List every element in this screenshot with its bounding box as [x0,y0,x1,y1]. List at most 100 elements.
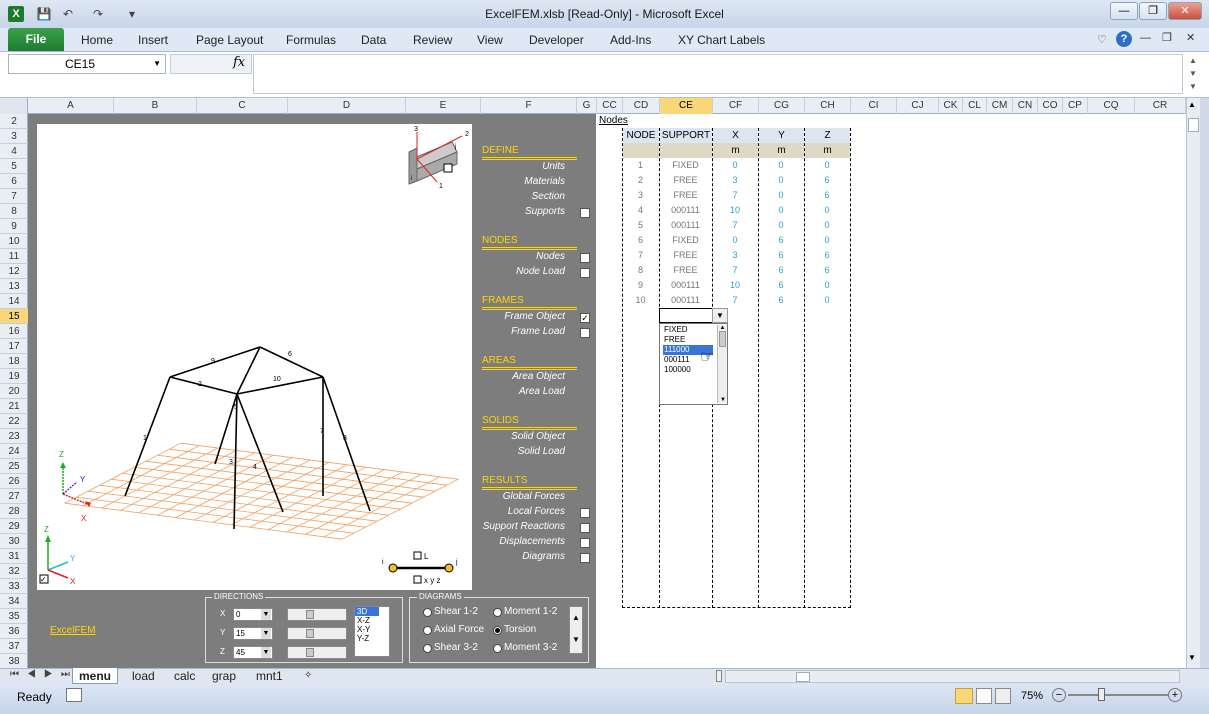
table-cell[interactable]: 4 [622,203,659,218]
dropdown-scroll-thumb[interactable] [719,331,726,347]
table-cell[interactable]: FIXED [659,233,712,248]
row-header-23[interactable]: 23 [0,429,28,444]
column-header-a[interactable]: A [28,98,114,114]
table-cell[interactable]: FREE [659,173,712,188]
wb-minimize-icon[interactable]: — [1140,32,1151,44]
column-header-g[interactable]: G [577,98,597,114]
table-cell[interactable]: 8 [622,263,659,278]
nodes-checkbox[interactable] [580,253,590,263]
formula-scroll[interactable]: ▲ ▼ ▼ [1186,54,1200,94]
direction-z-combo[interactable]: 45 ▼ [233,646,273,659]
row-header-18[interactable]: 18 [0,354,28,369]
combo-arrow-icon[interactable]: ▼ [261,609,271,620]
table-cell[interactable]: 1 [622,158,659,173]
normal-view-icon[interactable] [955,688,973,704]
radio-moment-3-2[interactable] [493,644,502,653]
table-cell[interactable]: 6 [804,188,850,203]
row-header-29[interactable]: 29 [0,519,28,534]
menu-item-frame-object[interactable]: Frame Object [480,311,565,322]
support-cell-ce15[interactable] [659,308,713,323]
table-cell[interactable]: 6 [758,263,804,278]
column-header-ch[interactable]: CH [805,98,851,114]
row-header-2[interactable]: 2 [0,114,28,129]
row-header-3[interactable]: 3 [0,129,28,144]
slider-thumb[interactable] [306,648,314,657]
column-header-cq[interactable]: CQ [1088,98,1135,114]
row-header-31[interactable]: 31 [0,549,28,564]
column-header-cl[interactable]: CL [963,98,987,114]
tab-developer[interactable]: Developer [529,33,584,47]
tab-xy-chart-labels[interactable]: XY Chart Labels [678,33,765,47]
restore-button[interactable]: ❐ [1139,2,1167,20]
menu-item-frame-load[interactable]: Frame Load [480,326,565,337]
sheet-tab-menu[interactable]: menu [72,668,119,684]
row-header-7[interactable]: 7 [0,189,28,204]
zoom-out-icon[interactable]: − [1052,688,1066,702]
table-cell[interactable]: 10 [712,203,758,218]
row-header-34[interactable]: 34 [0,594,28,609]
row-header-36[interactable]: 36 [0,624,28,639]
menu-item-support-reactions[interactable]: Support Reactions [480,521,565,532]
table-cell[interactable]: 7 [712,293,758,308]
combo-arrow-icon[interactable]: ▼ [261,647,271,658]
vertical-scrollbar[interactable]: ▲ ▼ [1186,98,1200,668]
table-cell[interactable]: 0 [758,173,804,188]
row-header-20[interactable]: 20 [0,384,28,399]
table-cell[interactable]: 7 [712,218,758,233]
radio-torsion[interactable] [493,626,502,635]
table-cell[interactable]: 0 [804,293,850,308]
insert-sheet-icon[interactable]: ✧ [298,668,318,684]
view-option-3d[interactable]: 3D [355,607,379,616]
horizontal-scrollbar[interactable] [725,670,1180,683]
column-header-co[interactable]: CO [1038,98,1063,114]
column-header-cj[interactable]: CJ [897,98,939,114]
table-cell[interactable]: 6 [758,233,804,248]
minimize-button[interactable]: — [1110,2,1138,20]
support-dropdown-button[interactable]: ▼ [712,308,728,323]
row-header-33[interactable]: 33 [0,579,28,594]
row-header-30[interactable]: 30 [0,534,28,549]
row-header-37[interactable]: 37 [0,639,28,654]
view-option-x-z[interactable]: X-Z [355,616,379,625]
table-cell[interactable]: 6 [622,233,659,248]
frame-load-checkbox[interactable] [580,328,590,338]
table-cell[interactable]: 000111 [659,293,712,308]
row-header-16[interactable]: 16 [0,324,28,339]
column-header-ce[interactable]: CE [660,98,713,114]
support-dropdown-list[interactable]: FIXED FREE 111000 000111 100000 ▲ ▼ [659,323,728,405]
column-header-cf[interactable]: CF [713,98,759,114]
menu-item-solid-object[interactable]: Solid Object [480,431,565,442]
zoom-slider[interactable] [1068,694,1168,696]
table-cell[interactable]: 6 [758,278,804,293]
table-cell[interactable]: 9 [622,278,659,293]
sheet-tab-grap[interactable]: grap [206,668,242,684]
table-cell[interactable]: 000111 [659,203,712,218]
row-header-4[interactable]: 4 [0,144,28,159]
name-box-dropdown-icon[interactable]: ▼ [153,55,161,73]
table-cell[interactable]: 0 [712,233,758,248]
sheet-tab-load[interactable]: load [126,668,161,684]
table-cell[interactable]: 3 [622,188,659,203]
table-cell[interactable]: 2 [622,173,659,188]
direction-y-slider[interactable] [287,627,347,640]
tab-insert[interactable]: Insert [138,33,168,47]
column-header-c[interactable]: C [197,98,288,114]
macro-record-icon[interactable] [66,688,82,702]
menu-item-solid-load[interactable]: Solid Load [480,446,565,457]
slider-thumb[interactable] [306,629,314,638]
column-header-ck[interactable]: CK [939,98,963,114]
table-cell[interactable]: 10 [622,293,659,308]
sheet-nav-icons[interactable]: ⏮◀▶⏭ [10,669,78,680]
table-cell[interactable]: 7 [712,263,758,278]
menu-item-area-load[interactable]: Area Load [480,386,565,397]
dropdown-option-free[interactable]: FREE [663,335,713,345]
table-cell[interactable]: 6 [804,263,850,278]
row-header-38[interactable]: 38 [0,654,28,669]
dropdown-option-fixed[interactable]: FIXED [663,325,713,335]
model-viewport[interactable]: 1 2 3 4 5 6 7 8 9 10 Z Y X Z Y X ✓ 3 2 1… [37,124,472,590]
radio-shear-3-2[interactable] [423,644,432,653]
table-cell[interactable]: FREE [659,188,712,203]
sheet-tab-mnt1[interactable]: mnt1 [250,668,289,684]
table-cell[interactable]: 0 [758,158,804,173]
table-cell[interactable]: 6 [804,173,850,188]
